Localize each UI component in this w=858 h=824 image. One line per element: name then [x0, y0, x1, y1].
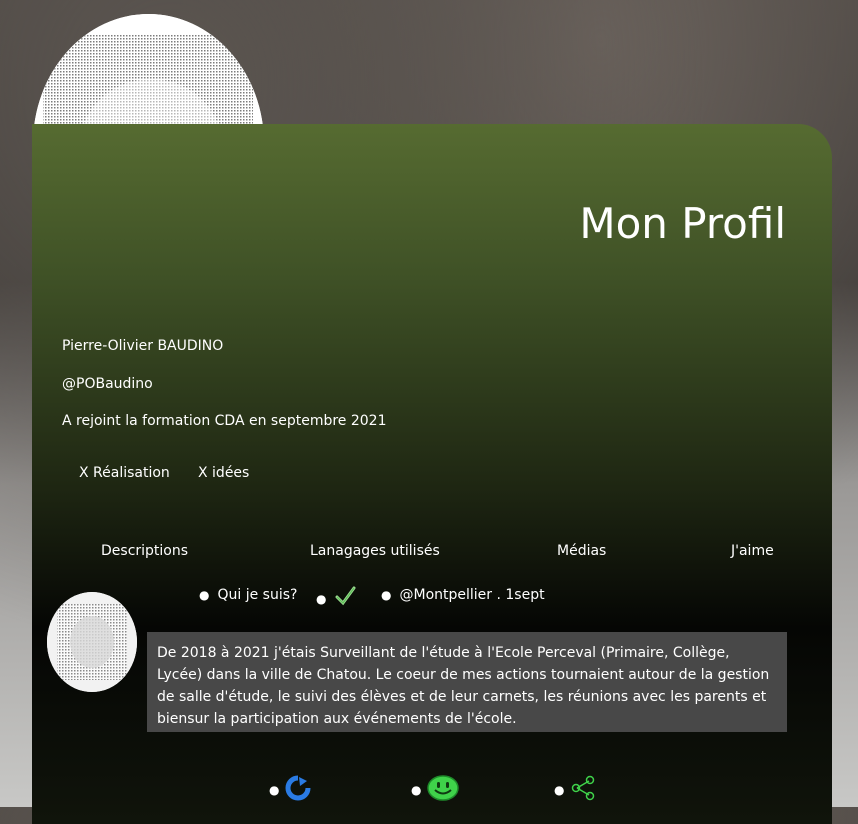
profile-handle[interactable]: @POBaudino — [62, 374, 153, 394]
realisations-count[interactable]: X Réalisation — [79, 463, 170, 483]
bullet: ● — [381, 588, 392, 602]
bullet: ● — [269, 783, 280, 797]
page-title: Mon Profil — [579, 199, 786, 248]
post-location-date: @Montpellier . 1sept — [399, 587, 545, 603]
post-location-item: ● @Montpellier . 1sept — [381, 585, 545, 605]
check-icon — [334, 585, 356, 613]
refresh-icon[interactable] — [285, 775, 311, 805]
post-title-item: ● Qui je suis? — [199, 585, 297, 605]
share-icon[interactable] — [570, 775, 596, 805]
ideas-count[interactable]: X idées — [198, 463, 249, 483]
bullet: ● — [316, 592, 327, 606]
profile-name: Pierre-Olivier BAUDINO — [62, 338, 224, 354]
post-description: De 2018 à 2021 j'étais Surveillant de l'… — [147, 632, 787, 732]
profile-joined: A rejoint la formation CDA en septembre … — [62, 413, 387, 429]
bullet: ● — [199, 588, 210, 602]
refresh-action[interactable]: ● — [269, 775, 311, 805]
tab-likes[interactable]: J'aime — [731, 541, 774, 561]
post-avatar — [47, 592, 137, 692]
tab-media[interactable]: Médias — [557, 541, 606, 561]
bullet: ● — [554, 783, 565, 797]
post-title: Qui je suis? — [217, 587, 298, 603]
share-action[interactable]: ● — [554, 775, 596, 805]
tab-descriptions[interactable]: Descriptions — [101, 541, 188, 561]
tab-languages[interactable]: Lanagages utilisés — [310, 541, 440, 561]
post-verified-item: ● — [316, 585, 356, 613]
smiley-icon[interactable] — [427, 775, 460, 805]
smiley-action[interactable]: ● — [411, 775, 460, 805]
bullet: ● — [411, 783, 422, 797]
